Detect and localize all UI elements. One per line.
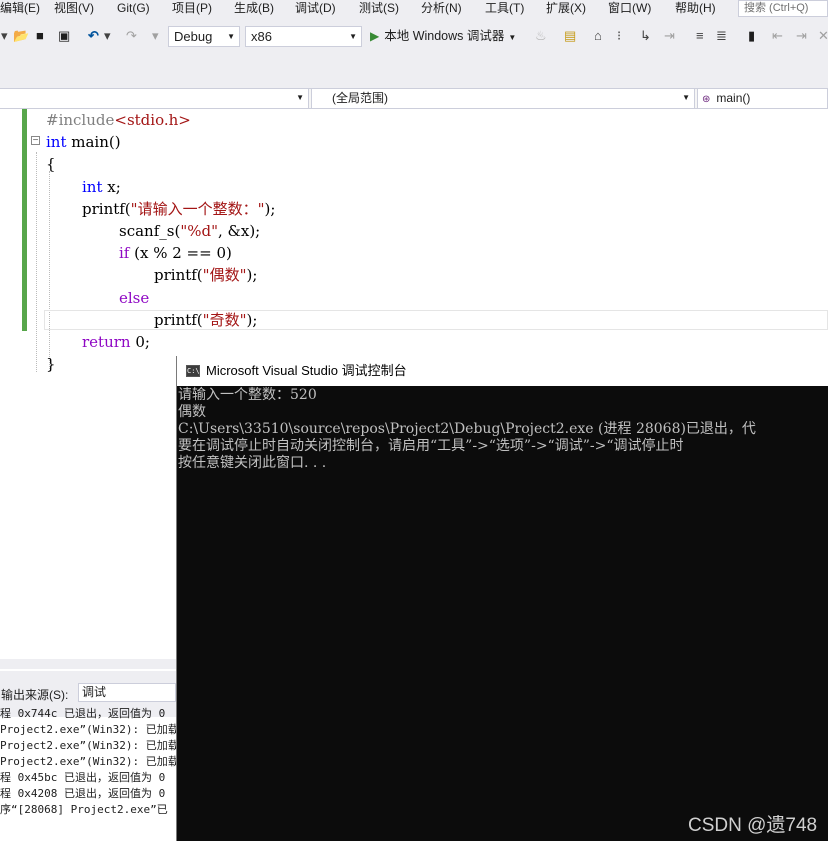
console-line: 偶数 <box>178 404 206 420</box>
code-line-6: scanf_s("%d", &x); <box>119 222 261 240</box>
output-line: 程 0x4208 已退出，返回值为 0 <box>0 787 166 800</box>
menu-extensions[interactable]: 扩展(X) <box>546 0 586 16</box>
code-line-9: else <box>119 289 150 307</box>
navigation-bar: ▼ (全局范围) ▼ ⊛ main() <box>0 88 828 109</box>
function-icon: ⊛ <box>702 94 711 105</box>
home-icon[interactable]: ⌂ <box>594 28 602 44</box>
output-line: Project2.exe”(Win32): 已加载 <box>0 723 179 736</box>
change-indicator <box>22 109 27 331</box>
menu-test[interactable]: 测试(S) <box>359 0 399 16</box>
uncomment-icon[interactable]: ≣ <box>716 28 727 44</box>
output-line: 程 0x744c 已退出，返回值为 0 <box>0 707 166 720</box>
console-line: 要在调试停止时自动关闭控制台，请启用“工具”->“选项”->“调试”->“调试停… <box>178 438 684 454</box>
member-value: main() <box>716 91 751 105</box>
chevron-down-icon: ▼ <box>682 93 690 102</box>
scope-select[interactable]: (全局范围) ▼ <box>311 89 695 108</box>
clear-bookmarks-icon[interactable]: ✕ <box>818 28 828 44</box>
project-select[interactable]: ▼ <box>0 89 309 108</box>
run-label: 本地 Windows 调试器 <box>384 29 505 43</box>
indent-guide <box>49 171 50 371</box>
output-pane: 输出来源(S): 调试 程 0x744c 已退出，返回值为 0 Project2… <box>0 659 179 841</box>
collapse-icon[interactable]: − <box>31 136 40 146</box>
platform-value: x86 <box>251 29 272 44</box>
redo-dropdown-icon[interactable]: ▾ <box>152 28 159 44</box>
member-select[interactable]: ⊛ main() <box>697 89 828 108</box>
save-all-icon[interactable]: ▣ <box>58 28 70 44</box>
menu-edit[interactable]: 编辑(E) <box>0 0 40 16</box>
code-line-7: if (x % 2 == 0) <box>119 244 232 262</box>
code-line-8: printf("偶数"); <box>154 266 258 284</box>
undo-icon[interactable]: ↶ <box>88 28 99 44</box>
open-folder-icon[interactable]: 📂 <box>13 28 29 44</box>
output-source-select[interactable]: 调试 <box>78 683 176 702</box>
indent-icon[interactable]: ⇥ <box>664 28 675 44</box>
output-line: Project2.exe”(Win32): 已加载 <box>0 755 179 768</box>
dropdown-arrow-icon[interactable]: ▾ <box>1 28 8 44</box>
indent-guide <box>36 152 37 372</box>
next-bookmark-icon[interactable]: ⇥ <box>796 28 807 44</box>
menu-bar: 编辑(E) 视图(V) Git(G) 项目(P) 生成(B) 调试(D) 测试(… <box>0 0 828 18</box>
step-icon[interactable]: ↳ <box>640 28 651 44</box>
scope-value: (全局范围) <box>332 91 388 105</box>
bookmark-icon[interactable]: ▮ <box>748 28 755 44</box>
menu-debug[interactable]: 调试(D) <box>295 0 336 16</box>
undo-dropdown-icon[interactable]: ▾ <box>104 28 111 44</box>
platform-select[interactable]: x86 ▼ <box>245 26 362 47</box>
redo-icon[interactable]: ↷ <box>126 28 137 44</box>
solution-config-select[interactable]: Debug ▼ <box>168 26 240 47</box>
menu-help[interactable]: 帮助(H) <box>675 0 716 16</box>
splitter[interactable] <box>0 659 176 669</box>
code-line-1: #include<stdio.h> <box>46 111 191 129</box>
code-line-12: } <box>46 355 56 373</box>
search-input[interactable]: 搜索 (Ctrl+Q) <box>738 0 828 17</box>
code-line-2: int main() <box>46 133 121 151</box>
chevron-down-icon: ▼ <box>227 32 235 41</box>
prev-bookmark-icon[interactable]: ⇤ <box>772 28 783 44</box>
code-line-4: int x; <box>82 178 121 196</box>
chevron-down-icon: ▼ <box>508 33 517 42</box>
chevron-down-icon: ▼ <box>349 32 357 41</box>
console-line: 按任意键关闭此窗口. . . <box>178 455 327 471</box>
chevron-down-icon: ▼ <box>296 93 304 102</box>
start-debugging-button[interactable]: ▶ 本地 Windows 调试器 ▼ <box>370 28 516 46</box>
debug-console-window[interactable]: C:\ Microsoft Visual Studio 调试控制台 请输入一个整… <box>176 356 828 841</box>
console-title: Microsoft Visual Studio 调试控制台 <box>206 363 407 378</box>
output-source-label: 输出来源(S): <box>1 688 69 702</box>
menu-project[interactable]: 项目(P) <box>172 0 212 16</box>
menu-analyze[interactable]: 分析(N) <box>421 0 462 16</box>
console-app-icon: C:\ <box>186 365 200 377</box>
output-line: Project2.exe”(Win32): 已加载 <box>0 739 179 752</box>
overflow-icon[interactable]: ⁝ <box>617 28 621 44</box>
output-line: 序“[28068] Project2.exe”已 <box>0 803 168 816</box>
menu-tools[interactable]: 工具(T) <box>485 0 524 16</box>
code-line-10: printf("奇数"); <box>154 311 258 329</box>
comment-icon[interactable]: ≡ <box>696 28 704 44</box>
console-line: C:\Users\33510\source\repos\Project2\Deb… <box>178 421 756 437</box>
tool-window-band <box>0 56 828 88</box>
menu-git[interactable]: Git(G) <box>117 0 150 16</box>
console-line: 请输入一个整数：520 <box>178 387 317 403</box>
code-line-5: printf("请输入一个整数："); <box>82 200 276 218</box>
save-icon[interactable]: ■ <box>36 28 44 44</box>
menu-build[interactable]: 生成(B) <box>234 0 274 16</box>
console-title-bar[interactable]: C:\ Microsoft Visual Studio 调试控制台 <box>177 356 828 386</box>
play-icon: ▶ <box>370 29 380 43</box>
config-value: Debug <box>174 29 213 44</box>
code-line-11: return 0; <box>82 333 150 351</box>
watermark: CSDN @遗748 <box>688 815 818 836</box>
menu-window[interactable]: 窗口(W) <box>608 0 651 16</box>
hot-reload-icon[interactable]: ♨ <box>535 28 547 44</box>
menu-view[interactable]: 视图(V) <box>54 0 94 16</box>
code-line-3: { <box>46 155 56 173</box>
output-line: 程 0x45bc 已退出，返回值为 0 <box>0 771 166 784</box>
browse-icon[interactable]: ▤ <box>564 28 576 44</box>
